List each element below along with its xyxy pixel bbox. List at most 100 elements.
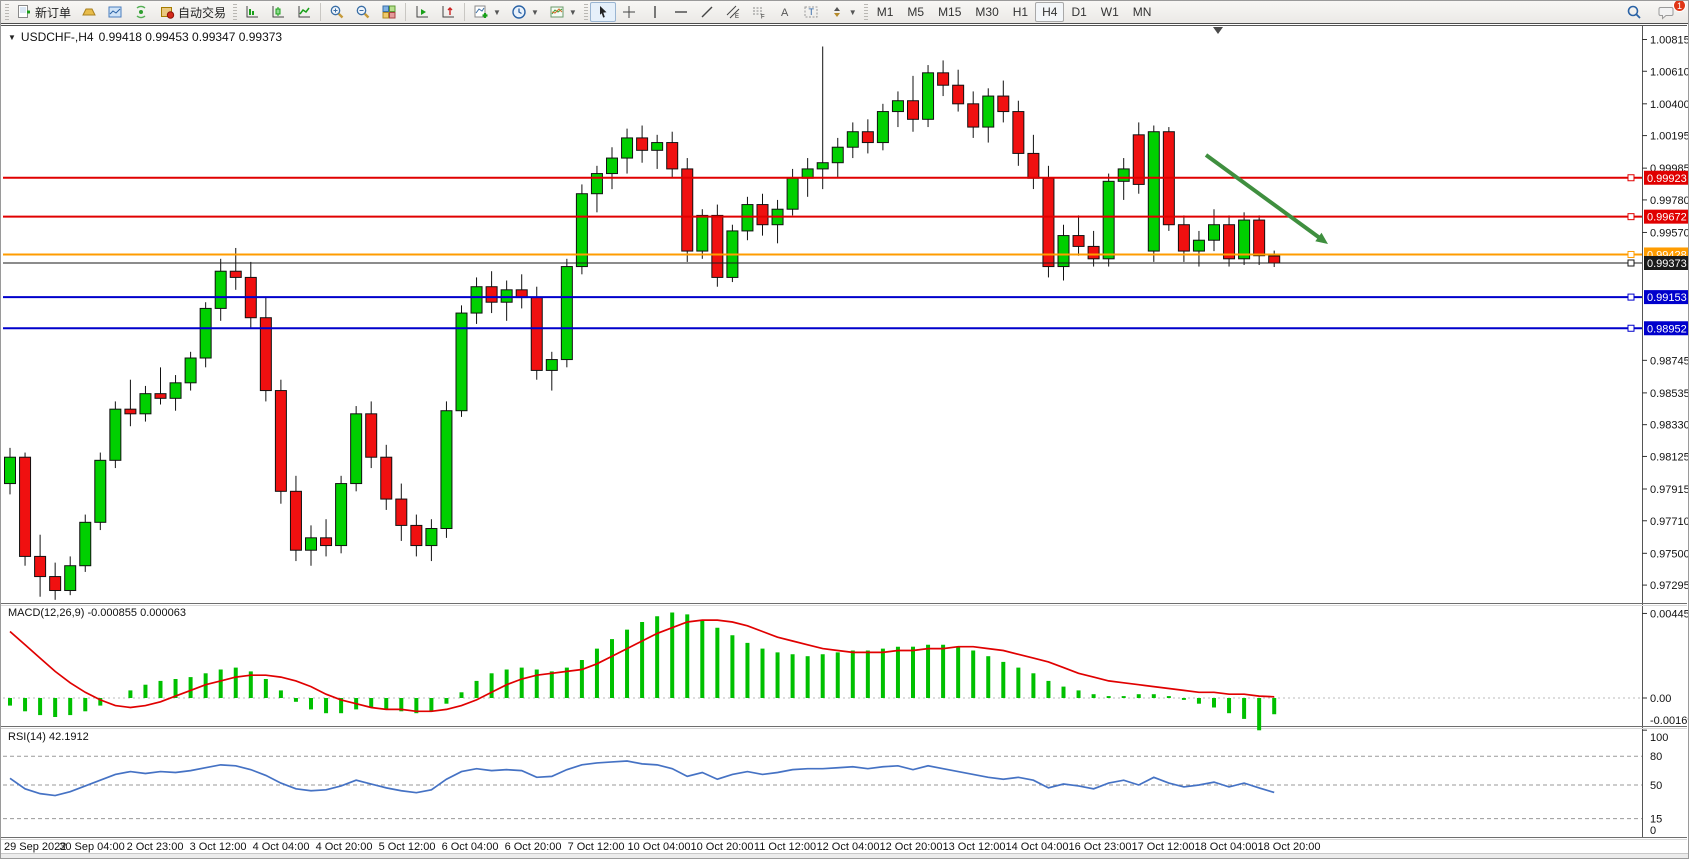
chevron-down-icon[interactable]: ▼ — [493, 8, 501, 17]
periods-button[interactable]: ▼ — [506, 2, 544, 22]
timeframe-w1[interactable]: W1 — [1094, 2, 1126, 22]
timeframe-m15[interactable]: M15 — [931, 2, 968, 22]
candle-body — [1269, 256, 1280, 263]
candle-body — [411, 525, 422, 545]
svg-text:A: A — [781, 7, 789, 19]
new-order-button[interactable]: 新订单 — [11, 2, 76, 22]
candle-body — [968, 104, 979, 127]
price-tick-label: 0.98125 — [1650, 451, 1688, 463]
price-tag-label: 0.99153 — [1647, 292, 1687, 304]
add-indicator-button[interactable]: ▼ — [468, 2, 506, 22]
level-handle[interactable] — [1628, 325, 1634, 331]
vertical-line-tool-button[interactable] — [642, 2, 668, 22]
candle-body — [321, 538, 332, 546]
price-chart[interactable]: 1.008151.006101.004001.001950.999850.997… — [1, 25, 1688, 853]
text-tool-button[interactable]: A — [772, 2, 798, 22]
autotrade-button[interactable]: 自动交易 — [154, 2, 231, 22]
tile-windows-button[interactable] — [376, 2, 402, 22]
fibonacci-tool-button[interactable]: F — [746, 2, 772, 22]
horizontal-line-tool-button[interactable] — [668, 2, 694, 22]
chart-type-group — [239, 1, 317, 23]
time-axis-label: 4 Oct 04:00 — [253, 841, 310, 853]
auto-scroll-button[interactable] — [409, 2, 435, 22]
level-handle[interactable] — [1628, 175, 1634, 181]
notification-badge[interactable]: 1 — [1673, 0, 1686, 12]
symbol-dropdown-icon[interactable]: ▼ — [8, 33, 16, 42]
crosshair-icon — [621, 4, 637, 20]
search-icon — [1626, 4, 1642, 20]
timeframe-h4[interactable]: H4 — [1035, 2, 1064, 22]
templates-button[interactable]: ▼ — [544, 2, 582, 22]
candle-body — [471, 287, 482, 313]
price-tag-label: 0.99373 — [1647, 258, 1687, 270]
time-axis-label: 18 Oct 20:00 — [1258, 841, 1321, 853]
chevron-down-icon[interactable]: ▼ — [569, 8, 577, 17]
new-order-icon — [16, 4, 32, 20]
svg-text:F: F — [761, 15, 765, 21]
crosshair-tool-button[interactable] — [616, 2, 642, 22]
text-label-icon: T — [803, 4, 819, 20]
candle-body — [170, 383, 181, 399]
candle-body — [95, 460, 106, 522]
channel-tool-button[interactable]: E — [720, 2, 746, 22]
zoom-in-button[interactable] — [324, 2, 350, 22]
mt4-window: 新订单 自动交易 — [0, 0, 1689, 859]
zoom-out-button[interactable] — [350, 2, 376, 22]
rsi-axis-label: 100 — [1650, 732, 1668, 744]
timeframe-m1[interactable]: M1 — [870, 2, 901, 22]
line-chart-icon — [296, 4, 312, 20]
chevron-down-icon[interactable]: ▼ — [849, 8, 857, 17]
candle-body — [622, 138, 633, 158]
timeframe-m5[interactable]: M5 — [900, 2, 931, 22]
timeframe-h1[interactable]: H1 — [1006, 2, 1035, 22]
level-handle[interactable] — [1628, 294, 1634, 300]
candle-body — [817, 163, 828, 169]
signal-button[interactable] — [128, 2, 154, 22]
candle-chart-button[interactable] — [265, 2, 291, 22]
line-chart-button[interactable] — [291, 2, 317, 22]
market-watch-button[interactable] — [102, 2, 128, 22]
timeframe-d1[interactable]: D1 — [1064, 2, 1093, 22]
chart-shift-button[interactable] — [435, 2, 461, 22]
candle-body — [1239, 220, 1250, 259]
candle-body — [1103, 181, 1114, 259]
timeframe-m30[interactable]: M30 — [968, 2, 1005, 22]
cursor-tool-button[interactable] — [590, 2, 616, 22]
price-tick-label: 1.00815 — [1650, 34, 1688, 46]
time-axis-label: 29 Sep 2022 — [4, 841, 66, 853]
candle-body — [531, 298, 542, 371]
price-tag-label: 0.99672 — [1647, 212, 1687, 224]
gold-button[interactable] — [76, 2, 102, 22]
search-button[interactable] — [1621, 2, 1647, 22]
candle-body — [125, 409, 136, 414]
level-handle[interactable] — [1628, 260, 1634, 266]
arrows-tool-button[interactable]: ▼ — [824, 2, 862, 22]
vertical-line-icon — [647, 4, 663, 20]
toolbar-grip[interactable] — [584, 4, 588, 20]
time-axis-label: 7 Oct 12:00 — [568, 841, 625, 853]
candle-body — [381, 457, 392, 499]
text-icon: A — [777, 4, 793, 20]
toolbar-grip[interactable] — [864, 4, 868, 20]
autotrade-icon — [159, 4, 175, 20]
macd-axis-label: 0.00 — [1650, 693, 1671, 705]
toolbar-grip[interactable] — [5, 4, 9, 20]
level-handle[interactable] — [1628, 214, 1634, 220]
rsi-axis-label: 15 — [1650, 814, 1662, 826]
candle-body — [892, 101, 903, 112]
bar-chart-button[interactable] — [239, 2, 265, 22]
candle-body — [65, 566, 76, 591]
gold-icon — [81, 4, 97, 20]
templates-icon — [549, 4, 565, 20]
chevron-down-icon[interactable]: ▼ — [531, 8, 539, 17]
level-handle[interactable] — [1628, 251, 1634, 257]
timeframe-mn[interactable]: MN — [1126, 2, 1159, 22]
trendline-tool-button[interactable] — [694, 2, 720, 22]
text-label-tool-button[interactable]: T — [798, 2, 824, 22]
notifications-button[interactable]: 1 — [1653, 2, 1680, 22]
chart-shift-icon — [440, 4, 456, 20]
toolbar-right-group: 1 — [1621, 2, 1686, 22]
macd-axis-label: -0.001693 — [1650, 715, 1688, 727]
toolbar-grip[interactable] — [233, 4, 237, 20]
time-axis-label: 10 Oct 20:00 — [691, 841, 754, 853]
